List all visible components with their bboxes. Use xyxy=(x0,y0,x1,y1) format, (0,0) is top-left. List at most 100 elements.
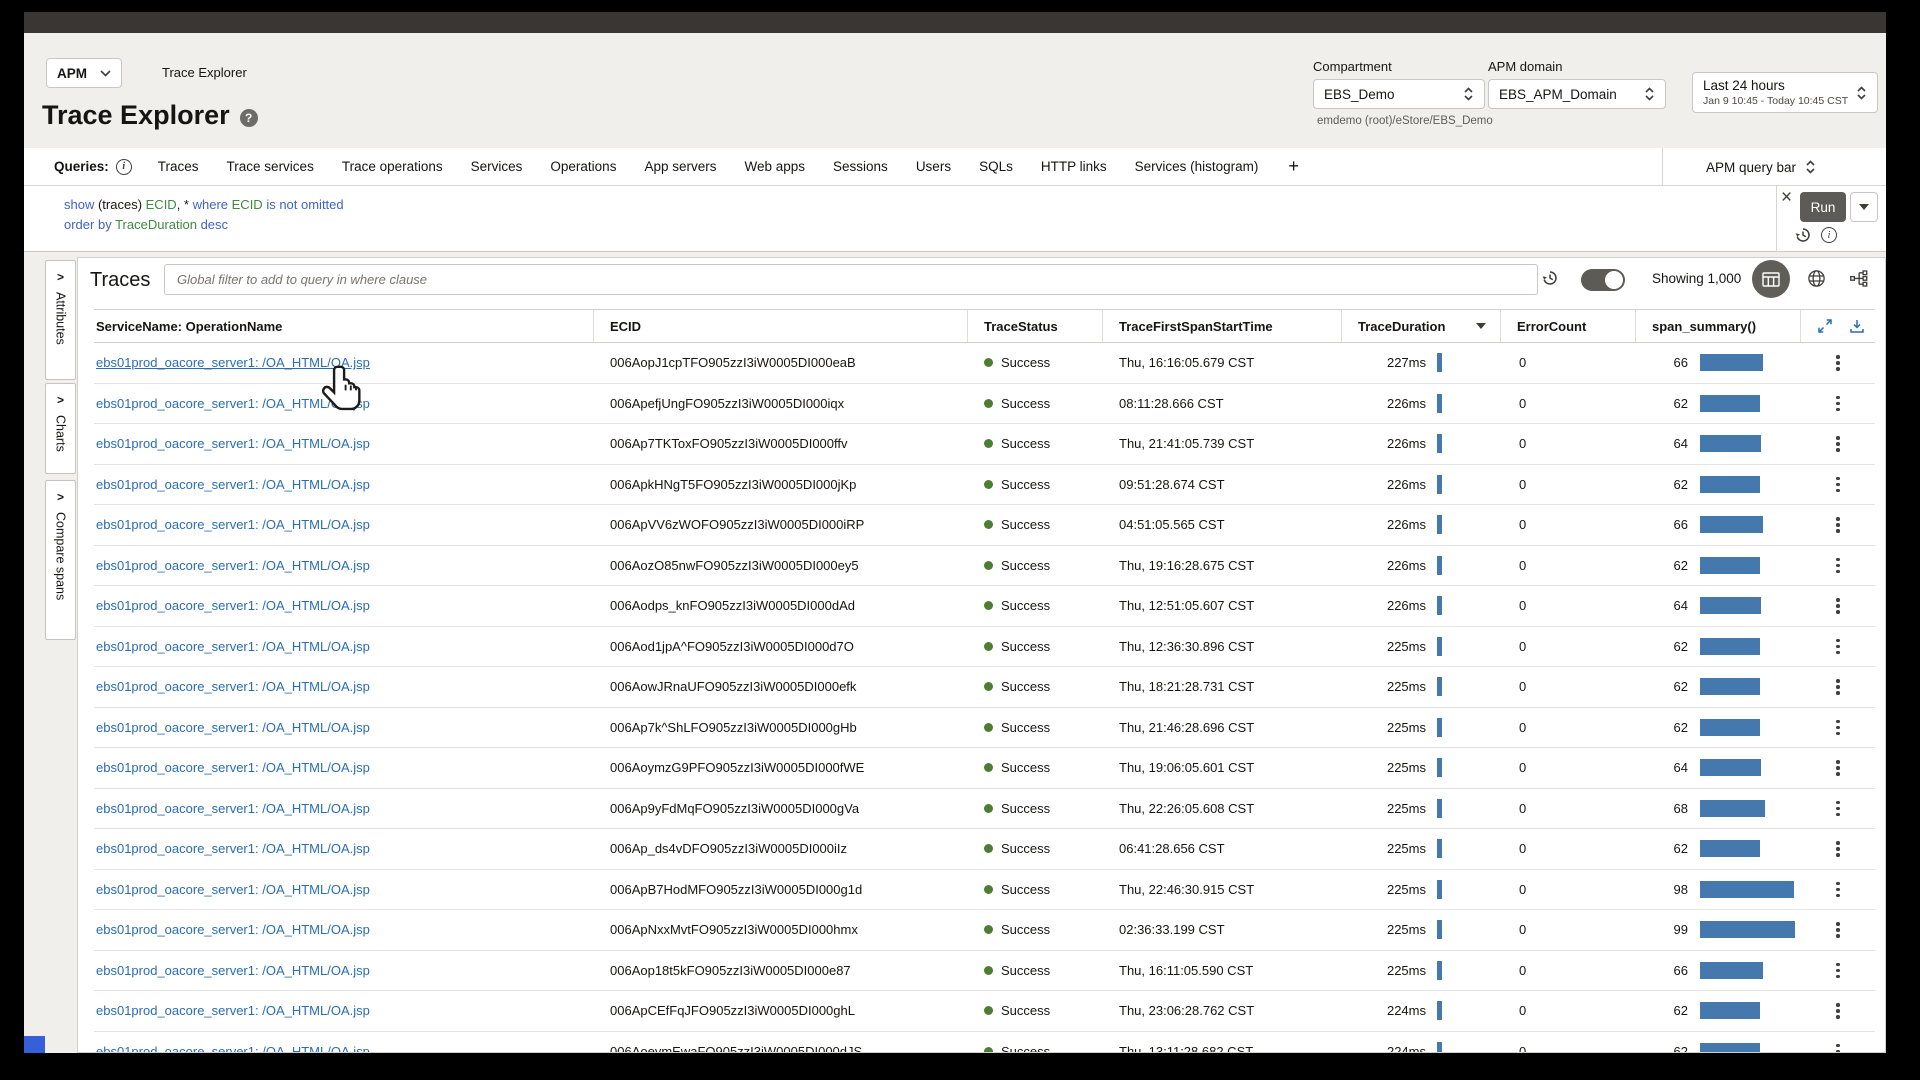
col-header-ecid[interactable]: ECID xyxy=(594,310,968,342)
tab-trace-services[interactable]: Trace services xyxy=(227,159,314,174)
history-icon[interactable] xyxy=(1794,226,1812,244)
table-view-button[interactable] xyxy=(1752,260,1790,298)
tab-traces[interactable]: Traces xyxy=(158,159,199,174)
row-menu-kebab-icon[interactable] xyxy=(1801,928,1875,932)
trace-link[interactable]: ebs01prod_oacore_server1: /OA_HTML/OA.js… xyxy=(96,1003,370,1018)
trace-link[interactable]: ebs01prod_oacore_server1: /OA_HTML/OA.js… xyxy=(96,882,370,897)
info-icon[interactable]: i xyxy=(1821,227,1837,243)
sidebar-tab-attributes[interactable]: > Attributes xyxy=(45,260,76,380)
tab-services[interactable]: Services xyxy=(471,159,523,174)
cell-trace-duration: 225ms xyxy=(1342,920,1501,939)
trace-link[interactable]: ebs01prod_oacore_server1: /OA_HTML/OA.js… xyxy=(96,679,370,694)
row-menu-kebab-icon[interactable] xyxy=(1801,361,1875,365)
trace-link[interactable]: ebs01prod_oacore_server1: /OA_HTML/OA.js… xyxy=(96,922,370,937)
tab-sessions[interactable]: Sessions xyxy=(833,159,888,174)
sidebar-tab-charts[interactable]: > Charts xyxy=(45,383,76,474)
trace-link[interactable]: ebs01prod_oacore_server1: /OA_HTML/OA.js… xyxy=(96,396,370,411)
auto-refresh-toggle[interactable] xyxy=(1581,269,1625,291)
add-query-tab-button[interactable]: + xyxy=(1288,156,1299,177)
nav-scope-select[interactable]: APM xyxy=(46,58,122,88)
col-header-span-summary[interactable]: span_summary() xyxy=(1636,310,1801,342)
query-editor[interactable]: show (traces) ECID, * where ECID is not … xyxy=(64,195,344,235)
col-header-errorcount[interactable]: ErrorCount xyxy=(1501,310,1636,342)
sidebar-tab-compare-spans[interactable]: > Compare spans xyxy=(45,480,76,640)
col-header-tracestatus[interactable]: TraceStatus xyxy=(968,310,1103,342)
span-bar xyxy=(1700,476,1760,493)
trace-link[interactable]: ebs01prod_oacore_server1: /OA_HTML/OA.js… xyxy=(96,477,370,492)
col-header-service[interactable]: ServiceName: OperationName xyxy=(94,310,594,342)
trace-link[interactable]: ebs01prod_oacore_server1: /OA_HTML/OA.js… xyxy=(96,517,370,532)
tab-trace-operations[interactable]: Trace operations xyxy=(342,159,443,174)
trace-link[interactable]: ebs01prod_oacore_server1: /OA_HTML/OA.js… xyxy=(96,720,370,735)
query-line: order by TraceDuration desc xyxy=(64,215,344,235)
row-menu-kebab-icon[interactable] xyxy=(1801,564,1875,568)
row-menu-kebab-icon[interactable] xyxy=(1801,483,1875,487)
row-menu-kebab-icon[interactable] xyxy=(1801,969,1875,973)
tab-users[interactable]: Users xyxy=(916,159,951,174)
tab-services-histogram[interactable]: Services (histogram) xyxy=(1135,159,1259,174)
time-range-select[interactable]: Last 24 hours Jan 9 10:45 - Today 10:45 … xyxy=(1692,72,1878,113)
kebab-dots xyxy=(1836,726,1840,730)
trace-link[interactable]: ebs01prod_oacore_server1: /OA_HTML/OA.js… xyxy=(96,639,370,654)
col-header-starttime[interactable]: TraceFirstSpanStartTime xyxy=(1103,310,1342,342)
trace-link[interactable]: ebs01prod_oacore_server1: /OA_HTML/OA.js… xyxy=(96,1044,370,1053)
showing-count: Showing 1,000 xyxy=(1652,271,1741,286)
tab-http-links[interactable]: HTTP links xyxy=(1041,159,1107,174)
trace-link[interactable]: ebs01prod_oacore_server1: /OA_HTML/OA.js… xyxy=(96,801,370,816)
expand-icon[interactable] xyxy=(1817,318,1833,334)
trace-link[interactable]: ebs01prod_oacore_server1: /OA_HTML/OA.js… xyxy=(96,760,370,775)
run-button[interactable]: Run xyxy=(1800,192,1846,222)
tab-operations[interactable]: Operations xyxy=(550,159,616,174)
trace-link[interactable]: ebs01prod_oacore_server1: /OA_HTML/OA.js… xyxy=(96,841,370,856)
duration-value: 225ms xyxy=(1370,760,1426,775)
sort-descending-icon[interactable] xyxy=(1476,323,1486,329)
row-menu-kebab-icon[interactable] xyxy=(1801,604,1875,608)
row-menu-kebab-icon[interactable] xyxy=(1801,847,1875,851)
table-row: ebs01prod_oacore_server1: /OA_HTML/OA.js… xyxy=(94,627,1875,668)
row-menu-kebab-icon[interactable] xyxy=(1801,523,1875,527)
trace-link[interactable]: ebs01prod_oacore_server1: /OA_HTML/OA.js… xyxy=(96,355,370,370)
compartment-select[interactable]: EBS_Demo xyxy=(1313,79,1485,109)
cell-span-summary: 66 xyxy=(1636,516,1801,533)
span-count: 62 xyxy=(1648,396,1688,411)
time-range-detail: Jan 9 10:45 - Today 10:45 CST xyxy=(1703,95,1848,107)
sidebar-tab-label: Compare spans xyxy=(54,512,68,600)
trace-link[interactable]: ebs01prod_oacore_server1: /OA_HTML/OA.js… xyxy=(96,963,370,978)
topology-view-icon[interactable] xyxy=(1850,269,1869,293)
trace-link[interactable]: ebs01prod_oacore_server1: /OA_HTML/OA.js… xyxy=(96,436,370,451)
tab-app-servers[interactable]: App servers xyxy=(644,159,716,174)
cell-ecid: 006AoeymEwaFO905zzI3iW0005DI000dJS xyxy=(594,1044,968,1053)
history-icon[interactable] xyxy=(1541,269,1559,292)
tab-web-apps[interactable]: Web apps xyxy=(744,159,805,174)
row-menu-kebab-icon[interactable] xyxy=(1801,1009,1875,1013)
col-header-traceduration[interactable]: TraceDuration xyxy=(1342,310,1501,342)
apm-domain-select[interactable]: EBS_APM_Domain xyxy=(1488,79,1666,109)
row-menu-kebab-icon[interactable] xyxy=(1801,685,1875,689)
help-icon[interactable]: ? xyxy=(240,109,258,127)
cell-trace-duration: 225ms xyxy=(1342,880,1501,899)
trace-link[interactable]: ebs01prod_oacore_server1: /OA_HTML/OA.js… xyxy=(96,598,370,613)
row-menu-kebab-icon[interactable] xyxy=(1801,1050,1875,1054)
row-menu-kebab-icon[interactable] xyxy=(1801,645,1875,649)
row-menu-kebab-icon[interactable] xyxy=(1801,807,1875,811)
row-menu-kebab-icon[interactable] xyxy=(1801,888,1875,892)
run-options-button[interactable] xyxy=(1850,192,1878,222)
cell-span-summary: 64 xyxy=(1636,435,1801,452)
global-filter-input[interactable] xyxy=(164,264,1538,295)
info-icon[interactable]: i xyxy=(116,159,132,175)
download-icon[interactable] xyxy=(1849,318,1865,334)
close-query-icon[interactable]: × xyxy=(1781,187,1792,209)
tab-sqls[interactable]: SQLs xyxy=(979,159,1013,174)
table-header-row: ServiceName: OperationName ECID TraceSta… xyxy=(94,309,1875,343)
globe-icon[interactable] xyxy=(1807,269,1826,293)
success-status-icon xyxy=(984,885,993,894)
apm-query-bar-select[interactable]: APM query bar xyxy=(1706,148,1816,186)
row-menu-kebab-icon[interactable] xyxy=(1801,726,1875,730)
trace-link[interactable]: ebs01prod_oacore_server1: /OA_HTML/OA.js… xyxy=(96,558,370,573)
span-count: 64 xyxy=(1648,598,1688,613)
row-menu-kebab-icon[interactable] xyxy=(1801,442,1875,446)
row-menu-kebab-icon[interactable] xyxy=(1801,766,1875,770)
duration-bar xyxy=(1437,556,1442,575)
duration-bar xyxy=(1437,799,1442,818)
row-menu-kebab-icon[interactable] xyxy=(1801,402,1875,406)
